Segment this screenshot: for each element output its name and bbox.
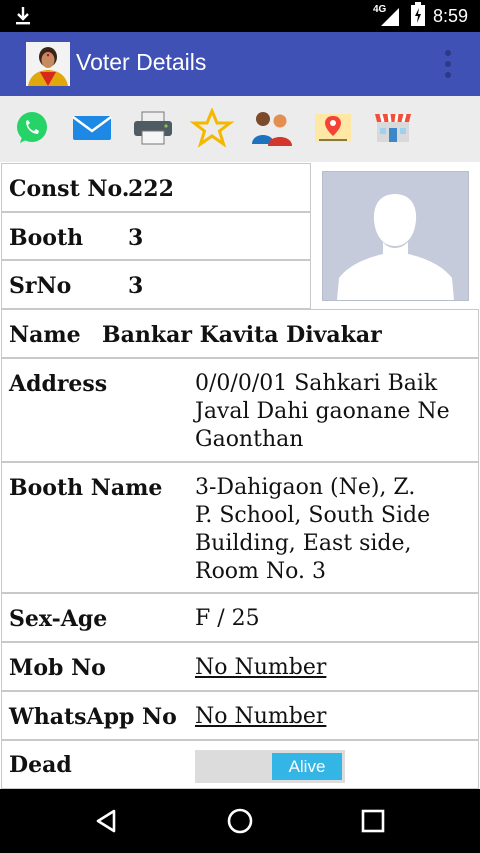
email-icon[interactable] (70, 108, 114, 148)
address-label: Address (9, 371, 108, 397)
battery-charging-icon (410, 1, 425, 31)
app-bar: Voter Details (0, 32, 480, 96)
star-icon[interactable] (189, 107, 235, 148)
name-row: Name Bankar Kavita Divakar (1, 309, 479, 358)
address-line-1: 0/0/0/01 Sahkari Baik (195, 371, 438, 396)
booth-name-line-1: 3-Dahigaon (Ne), Z. (195, 475, 416, 500)
home-icon[interactable] (224, 805, 256, 837)
name-value: Bankar Kavita Divakar (102, 322, 382, 348)
status-bar: 4G 8:59 (0, 0, 480, 32)
alive-toggle-thumb: Alive (272, 753, 342, 780)
booth-value: 3 (128, 225, 144, 251)
srno-value: 3 (128, 273, 144, 299)
sex-age-label: Sex-Age (9, 606, 108, 632)
booth-name-value: 3-Dahigaon (Ne), Z. P. School, South Sid… (195, 474, 430, 586)
page-title: Voter Details (76, 49, 207, 75)
const-no-label: Const No. (9, 176, 130, 202)
const-no-row: Const No. 222 (1, 163, 311, 212)
system-nav-bar (0, 789, 480, 853)
booth-name-line-3: Building, East side, (195, 531, 412, 556)
mob-no-label: Mob No (9, 655, 106, 681)
whatsapp-icon[interactable] (10, 108, 54, 148)
mob-no-row: Mob No No Number (1, 642, 479, 691)
action-toolbar (0, 96, 480, 162)
printer-icon[interactable] (131, 108, 175, 148)
voter-address-icon[interactable] (311, 108, 355, 148)
profile-avatar (26, 42, 70, 86)
booth-name-line-2: P. School, South Side (195, 503, 431, 528)
dead-label: Dead (9, 752, 72, 778)
signal-icon: 4G (373, 4, 403, 28)
voter-booth-icon[interactable] (371, 108, 415, 148)
back-icon[interactable] (90, 805, 122, 837)
whatsapp-no-link[interactable]: No Number (195, 704, 326, 729)
whatsapp-no-row: WhatsApp No No Number (1, 691, 479, 740)
const-no-value: 222 (128, 176, 174, 202)
address-value: 0/0/0/01 Sahkari Baik Javal Dahi gaonane… (195, 370, 450, 454)
booth-name-label: Booth Name (9, 475, 163, 501)
booth-label: Booth (9, 225, 84, 251)
alive-toggle[interactable]: Alive (195, 750, 345, 783)
overflow-menu-icon[interactable] (444, 50, 452, 78)
booth-name-row: Booth Name 3-Dahigaon (Ne), Z. P. School… (1, 462, 479, 593)
name-label: Name (9, 322, 81, 348)
srno-label: SrNo (9, 273, 72, 299)
sex-age-value: F / 25 (195, 606, 260, 631)
whatsapp-no-label: WhatsApp No (9, 704, 177, 730)
clock: 8:59 (432, 5, 468, 26)
sex-age-row: Sex-Age F / 25 (1, 593, 479, 642)
family-icon[interactable] (250, 108, 294, 148)
download-icon (12, 5, 34, 32)
voter-photo-placeholder (322, 171, 469, 301)
booth-name-line-4: Room No. 3 (195, 559, 327, 584)
srno-row: SrNo 3 (1, 260, 311, 309)
address-line-3: Gaonthan (195, 427, 304, 452)
recents-icon[interactable] (357, 805, 389, 837)
booth-row: Booth 3 (1, 212, 311, 260)
mob-no-link[interactable]: No Number (195, 655, 326, 680)
address-row: Address 0/0/0/01 Sahkari Baik Javal Dahi… (1, 358, 479, 462)
address-line-2: Javal Dahi gaonane Ne (195, 399, 450, 424)
